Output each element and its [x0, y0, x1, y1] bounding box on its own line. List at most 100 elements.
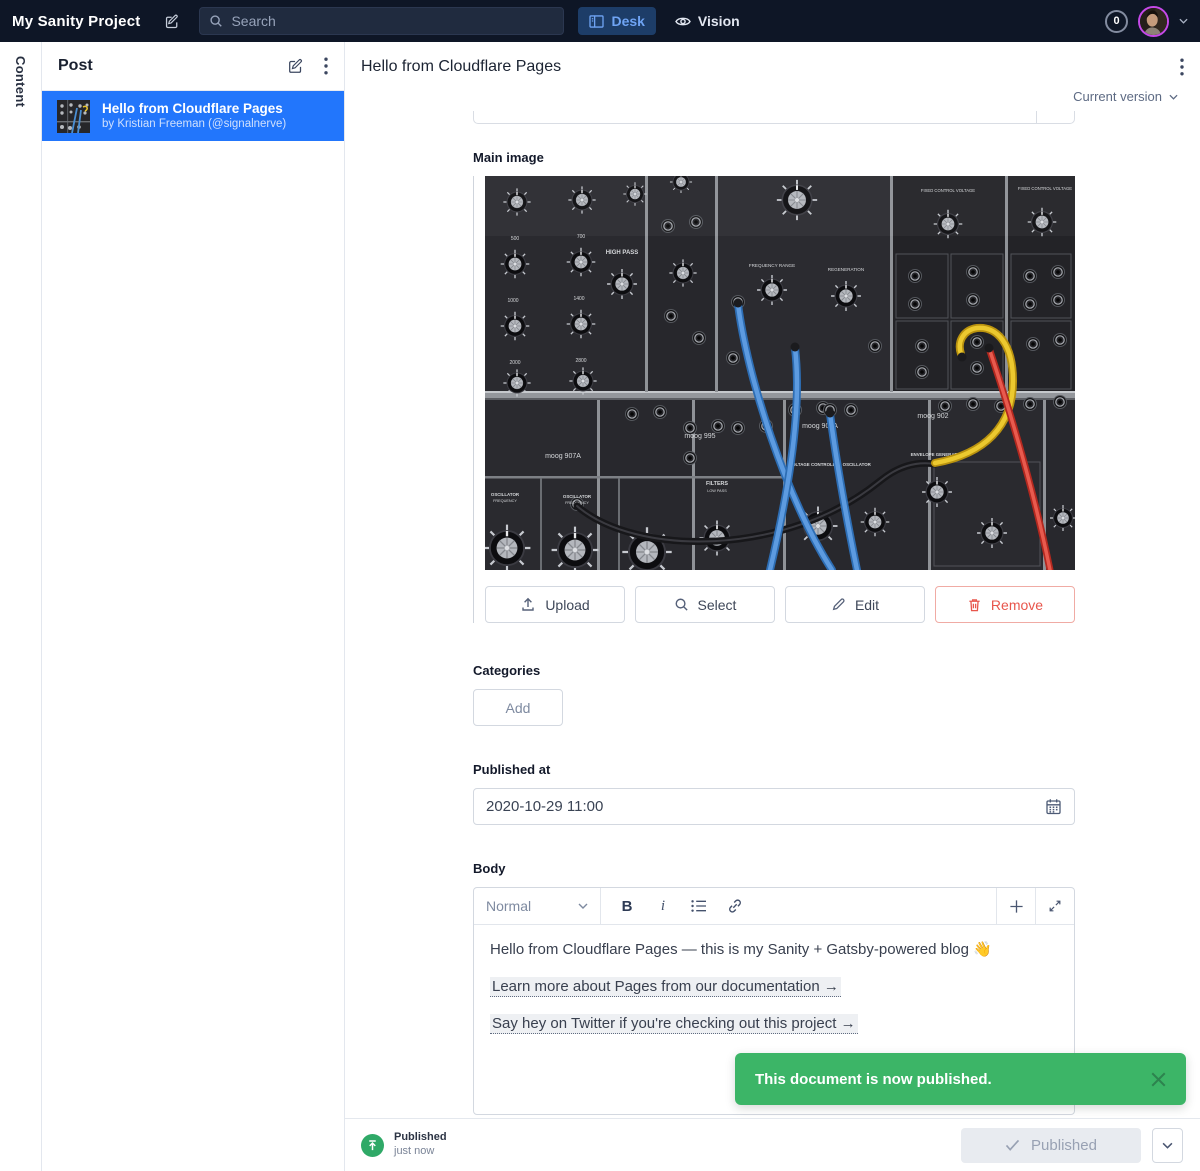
insert-block-button[interactable]: [996, 888, 1035, 924]
slug-field-partial[interactable]: [473, 111, 1075, 124]
project-title[interactable]: My Sanity Project: [12, 13, 140, 30]
close-icon[interactable]: [1151, 1072, 1166, 1087]
select-label: Select: [698, 597, 737, 613]
publish-status: Published just now: [361, 1131, 447, 1159]
synth-panel-label: 1000: [507, 298, 518, 304]
document-kebab-menu-icon[interactable]: [1178, 56, 1186, 78]
tab-content[interactable]: Content: [13, 56, 28, 1171]
new-document-icon[interactable]: [287, 57, 305, 75]
plus-icon: [1009, 899, 1024, 914]
calendar-icon[interactable]: [1045, 798, 1062, 815]
publish-button[interactable]: Published: [961, 1128, 1141, 1163]
main-area: Content Post: [0, 42, 1200, 1171]
list-item-subtitle: by Kristian Freeman (@signalnerve): [102, 117, 286, 132]
synth-panel-label: 2800: [575, 358, 586, 364]
body-paragraph: Learn more about Pages from our document…: [490, 976, 1058, 998]
link-button[interactable]: [717, 888, 753, 924]
document-title: Hello from Cloudflare Pages: [361, 58, 1178, 76]
expand-icon: [1048, 899, 1062, 913]
tab-vision-label: Vision: [698, 13, 740, 29]
version-label: Current version: [1073, 89, 1162, 104]
post-pane-header: Post: [42, 42, 344, 91]
remove-button[interactable]: Remove: [935, 586, 1075, 623]
navbar: My Sanity Project: [0, 0, 1200, 42]
list-item-title: Hello from Cloudflare Pages: [102, 100, 286, 118]
synth-panel-label: VOLTAGE CONTROLLED OSCILLATOR: [789, 462, 871, 467]
bullet-list-icon: [691, 899, 707, 913]
body-paragraph: Say hey on Twitter if you're checking ou…: [490, 1013, 1058, 1035]
search-icon: [209, 14, 223, 28]
published-at-input[interactable]: 2020-10-29 11:00: [473, 788, 1075, 825]
body-link[interactable]: Say hey on Twitter if you're checking ou…: [490, 1014, 858, 1034]
pane-title: Post: [58, 57, 287, 75]
search-input[interactable]: [231, 13, 554, 29]
image-actions: Upload Select: [485, 586, 1075, 623]
post-list-pane: Post: [42, 42, 345, 1171]
kebab-menu-icon[interactable]: [324, 57, 328, 75]
list-item[interactable]: Hello from Cloudflare Pages by Kristian …: [42, 91, 344, 141]
body-paragraph: Hello from Cloudflare Pages — this is my…: [490, 939, 1058, 961]
navbar-right: 0: [1105, 6, 1188, 37]
publish-button-label: Published: [1031, 1137, 1097, 1154]
chevron-down-icon: [1162, 1142, 1173, 1149]
chevron-down-icon: [1169, 94, 1178, 100]
compose-icon[interactable]: [164, 13, 181, 30]
bullet-list-button[interactable]: [681, 888, 717, 924]
tab-desk[interactable]: Desk: [578, 7, 655, 35]
toast-message: This document is now published.: [755, 1071, 992, 1088]
sanity-studio-app: My Sanity Project: [0, 0, 1200, 1171]
document-footer: Published just now Published: [345, 1118, 1200, 1171]
synth-panel-label: 500: [511, 236, 520, 242]
toast-published: This document is now published.: [735, 1053, 1186, 1105]
field-published-at: Published at 2020-10-29 11:00: [473, 762, 1075, 825]
field-label: Categories: [473, 663, 1075, 678]
fullscreen-button[interactable]: [1035, 888, 1074, 924]
tool-tabs: Desk Vision: [578, 7, 750, 35]
synth-panel-label: HIGH PASS: [606, 250, 639, 256]
add-category-button[interactable]: Add: [473, 689, 563, 726]
user-menu-chevron-icon[interactable]: [1179, 18, 1188, 24]
version-selector[interactable]: Current version: [361, 78, 1186, 104]
trash-icon: [967, 597, 982, 613]
bold-button[interactable]: B: [609, 888, 645, 924]
upload-label: Upload: [545, 597, 589, 613]
edit-label: Edit: [855, 597, 879, 613]
field-main-image: Main image: [473, 150, 1075, 623]
upload-button[interactable]: Upload: [485, 586, 625, 623]
search-icon: [674, 597, 689, 612]
field-categories: Categories Add: [473, 663, 1075, 726]
main-image-preview[interactable]: 500 700 1000 1400 2000 2800 HIGH PASS FR…: [485, 176, 1075, 570]
synth-panel-label: OSCILLATOR: [491, 492, 520, 497]
chevron-down-icon: [578, 903, 588, 909]
field-label: Published at: [473, 762, 1075, 777]
tab-vision[interactable]: Vision: [664, 7, 751, 35]
synth-panel-label: 2000: [509, 360, 520, 366]
synth-panel-label: LOW PASS: [707, 489, 727, 493]
editor-toolbar: Normal B i: [474, 888, 1074, 925]
document-form: Main image: [345, 104, 1200, 1118]
published-at-value: 2020-10-29 11:00: [486, 798, 1045, 815]
check-icon: [1005, 1139, 1020, 1151]
publish-menu-button[interactable]: [1152, 1128, 1183, 1163]
upload-icon: [520, 597, 536, 612]
desk-icon: [589, 15, 604, 28]
synth-panel-label: moog 902: [917, 413, 948, 420]
synth-panel-label: FREQUENCY: [493, 499, 517, 503]
pencil-icon: [831, 597, 846, 612]
document-pane: Hello from Cloudflare Pages Current vers…: [345, 42, 1200, 1171]
italic-button[interactable]: i: [645, 888, 681, 924]
document-header: Hello from Cloudflare Pages Current vers…: [345, 42, 1200, 104]
avatar[interactable]: [1138, 6, 1169, 37]
remove-label: Remove: [991, 597, 1043, 613]
publish-status-label: Published: [394, 1131, 447, 1145]
field-label: Body: [473, 861, 1075, 876]
select-button[interactable]: Select: [635, 586, 775, 623]
edit-button[interactable]: Edit: [785, 586, 925, 623]
style-select[interactable]: Normal: [474, 888, 601, 924]
synth-panel-label: REGENERATION: [828, 267, 864, 272]
notifications-badge[interactable]: 0: [1105, 10, 1128, 33]
synth-panel-label: 1400: [573, 296, 584, 302]
synth-panel-label: moog 907A: [545, 453, 581, 460]
tab-desk-label: Desk: [611, 13, 644, 29]
body-link[interactable]: Learn more about Pages from our document…: [490, 977, 841, 997]
